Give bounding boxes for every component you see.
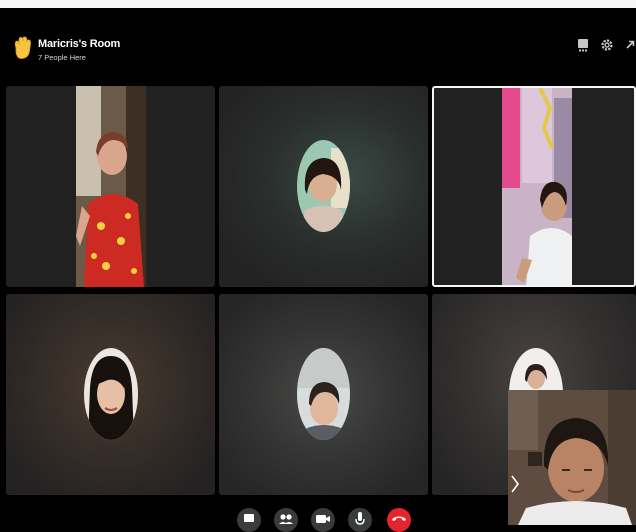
room-header: Maricris's Room 7 People Here <box>0 8 636 80</box>
waving-hand-icon <box>14 36 31 59</box>
participant-tile-4[interactable] <box>6 294 215 495</box>
participant-figure <box>502 88 572 285</box>
call-controls <box>0 500 636 532</box>
room-title: Maricris's Room <box>38 38 121 50</box>
camera-icon <box>316 515 330 523</box>
participant-tile-5[interactable] <box>219 294 428 495</box>
participant-video <box>76 86 146 287</box>
participant-avatar <box>84 348 138 440</box>
microphone-icon <box>355 512 365 525</box>
people-icon <box>279 514 293 524</box>
share-screen-button[interactable] <box>237 508 261 532</box>
top-strip <box>0 0 636 8</box>
participant-video <box>502 88 572 285</box>
participant-tile-1[interactable] <box>6 86 215 287</box>
settings-icon[interactable] <box>600 38 614 52</box>
participant-avatar <box>297 140 350 232</box>
participant-count: 7 People Here <box>38 53 86 62</box>
end-call-icon <box>392 516 406 521</box>
participant-figure <box>76 86 146 287</box>
end-call-button[interactable] <box>387 508 411 532</box>
layout-icon[interactable] <box>576 38 590 52</box>
share-screen-icon <box>244 514 254 522</box>
participant-tile-3-active[interactable] <box>432 86 636 287</box>
people-button[interactable] <box>274 508 298 532</box>
microphone-button[interactable] <box>348 508 372 532</box>
participant-tile-2[interactable] <box>219 86 428 287</box>
camera-button[interactable] <box>311 508 335 532</box>
expand-icon[interactable] <box>623 38 636 52</box>
participant-avatar <box>297 348 350 440</box>
